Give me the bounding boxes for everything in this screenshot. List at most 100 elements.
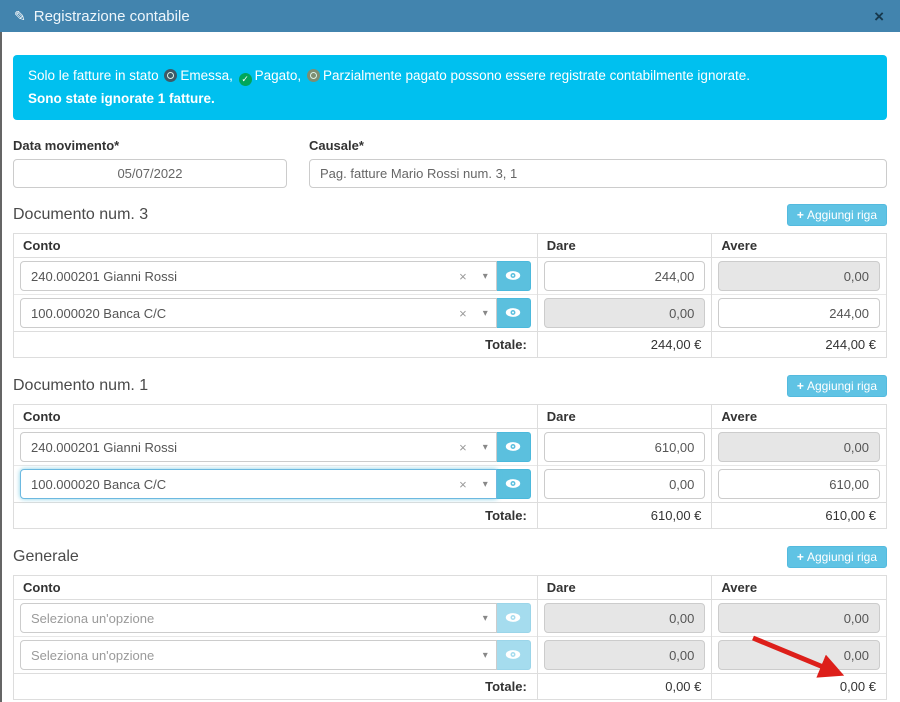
dot-circle-icon: [307, 69, 320, 82]
add-row-label: Aggiungi riga: [807, 550, 877, 564]
col-header-avere: Avere: [712, 405, 887, 429]
col-header-avere: Avere: [712, 234, 887, 258]
conto-select-value: 240.000201 Gianni Rossi: [31, 269, 459, 284]
totale-label: Totale:: [14, 674, 538, 700]
chevron-down-icon[interactable]: ▾: [483, 442, 488, 453]
dare-input: [544, 603, 706, 633]
chevron-down-icon[interactable]: ▾: [483, 613, 488, 624]
section-title: Documento num. 3: [13, 206, 148, 224]
conto-select[interactable]: 240.000201 Gianni Rossi × ▾: [20, 261, 497, 291]
alert-line2: Sono state ignorate 1 fatture.: [28, 87, 872, 110]
view-account-button[interactable]: [496, 432, 531, 462]
status-parzialmente-pagato: Parzialmente pagato: [305, 68, 447, 83]
clear-icon[interactable]: ×: [459, 440, 467, 455]
modal-body: Solo le fatture in stato Emessa, ✓Pagato…: [0, 55, 900, 702]
modal-backdrop-edge: [0, 32, 2, 702]
totale-label: Totale:: [14, 332, 538, 358]
conto-select[interactable]: 240.000201 Gianni Rossi × ▾: [20, 432, 497, 462]
col-header-conto: Conto: [14, 405, 538, 429]
status-emessa-label: Emessa,: [180, 68, 233, 83]
table-row: 100.000020 Banca C/C × ▾: [14, 295, 887, 332]
chevron-down-icon[interactable]: ▾: [483, 271, 488, 282]
accounting-table: Conto Dare Avere 240.000201 Gianni Rossi…: [13, 404, 887, 529]
avere-input: [718, 603, 880, 633]
modal-header: ✎ Registrazione contabile ×: [0, 0, 900, 32]
conto-select-value: 100.000020 Banca C/C: [31, 306, 459, 321]
conto-select[interactable]: Seleziona un'opzione ▾: [20, 640, 497, 670]
accounting-table: Conto Dare Avere 240.000201 Gianni Rossi…: [13, 233, 887, 358]
col-header-conto: Conto: [14, 234, 538, 258]
info-alert: Solo le fatture in stato Emessa, ✓Pagato…: [13, 55, 887, 120]
col-header-dare: Dare: [537, 576, 712, 600]
eye-icon: [505, 269, 521, 284]
date-input[interactable]: [13, 159, 287, 188]
accounting-table: Conto Dare Avere Seleziona un'opzione ▾: [13, 575, 887, 700]
add-row-button[interactable]: +Aggiungi riga: [787, 546, 887, 568]
clear-icon[interactable]: ×: [459, 269, 467, 284]
status-pagato-label: Pagato,: [255, 68, 302, 83]
alert-line1: Solo le fatture in stato Emessa, ✓Pagato…: [28, 64, 872, 87]
col-header-conto: Conto: [14, 576, 538, 600]
eye-icon: [505, 306, 521, 321]
chevron-down-icon[interactable]: ▾: [483, 308, 488, 319]
add-row-label: Aggiungi riga: [807, 208, 877, 222]
causale-label: Causale*: [309, 138, 887, 153]
status-emessa: Emessa,: [162, 68, 233, 83]
totale-label: Totale:: [14, 503, 538, 529]
add-row-button[interactable]: +Aggiungi riga: [787, 375, 887, 397]
modal-title: Registrazione contabile: [34, 8, 190, 25]
section-title: Generale: [13, 548, 79, 566]
clock-circle-icon: [164, 69, 177, 82]
alert-text-suffix: possono essere registrate contabilmente …: [451, 68, 750, 83]
plus-icon: +: [797, 550, 804, 564]
chevron-down-icon[interactable]: ▾: [483, 479, 488, 490]
eye-icon: [505, 440, 521, 455]
clear-icon[interactable]: ×: [459, 477, 467, 492]
avere-input[interactable]: [718, 298, 880, 328]
section-generale: Generale +Aggiungi riga Conto Dare Avere…: [13, 546, 887, 700]
conto-select[interactable]: Seleziona un'opzione ▾: [20, 603, 497, 633]
eye-icon: [505, 611, 521, 626]
view-account-button[interactable]: [496, 469, 531, 499]
conto-select-value: 240.000201 Gianni Rossi: [31, 440, 459, 455]
dare-input: [544, 640, 706, 670]
table-row: 240.000201 Gianni Rossi × ▾: [14, 429, 887, 466]
table-row: Seleziona un'opzione ▾: [14, 637, 887, 674]
causale-input[interactable]: [309, 159, 887, 188]
table-row: Seleziona un'opzione ▾: [14, 600, 887, 637]
totale-avere: 610,00 €: [712, 503, 887, 529]
conto-select-value: 100.000020 Banca C/C: [31, 477, 459, 492]
view-account-button: [496, 603, 531, 633]
conto-select[interactable]: 100.000020 Banca C/C × ▾: [20, 298, 497, 328]
dare-input[interactable]: [544, 469, 706, 499]
date-label: Data movimento*: [13, 138, 287, 153]
plus-icon: +: [797, 208, 804, 222]
alert-text-prefix: Solo le fatture in stato: [28, 68, 159, 83]
totale-avere: 0,00 €: [712, 674, 887, 700]
conto-select-placeholder: Seleziona un'opzione: [31, 611, 483, 626]
totale-dare: 610,00 €: [537, 503, 712, 529]
section-documento-3: Documento num. 3 +Aggiungi riga Conto Da…: [13, 204, 887, 358]
dare-input[interactable]: [544, 432, 706, 462]
conto-select[interactable]: 100.000020 Banca C/C × ▾: [20, 469, 497, 499]
add-row-button[interactable]: +Aggiungi riga: [787, 204, 887, 226]
section-title: Documento num. 1: [13, 377, 148, 395]
table-row: 240.000201 Gianni Rossi × ▾: [14, 258, 887, 295]
view-account-button[interactable]: [496, 261, 531, 291]
col-header-avere: Avere: [712, 576, 887, 600]
top-form: Data movimento* Causale*: [13, 138, 887, 188]
col-header-dare: Dare: [537, 405, 712, 429]
pencil-icon: ✎: [14, 8, 26, 25]
totale-dare: 244,00 €: [537, 332, 712, 358]
view-account-button[interactable]: [496, 298, 531, 328]
eye-icon: [505, 648, 521, 663]
dare-input[interactable]: [544, 261, 706, 291]
clear-icon[interactable]: ×: [459, 306, 467, 321]
avere-input[interactable]: [718, 469, 880, 499]
totale-avere: 244,00 €: [712, 332, 887, 358]
close-icon[interactable]: ×: [872, 8, 886, 25]
totale-row: Totale: 0,00 € 0,00 €: [14, 674, 887, 700]
totale-row: Totale: 610,00 € 610,00 €: [14, 503, 887, 529]
table-row: 100.000020 Banca C/C × ▾: [14, 466, 887, 503]
chevron-down-icon[interactable]: ▾: [483, 650, 488, 661]
